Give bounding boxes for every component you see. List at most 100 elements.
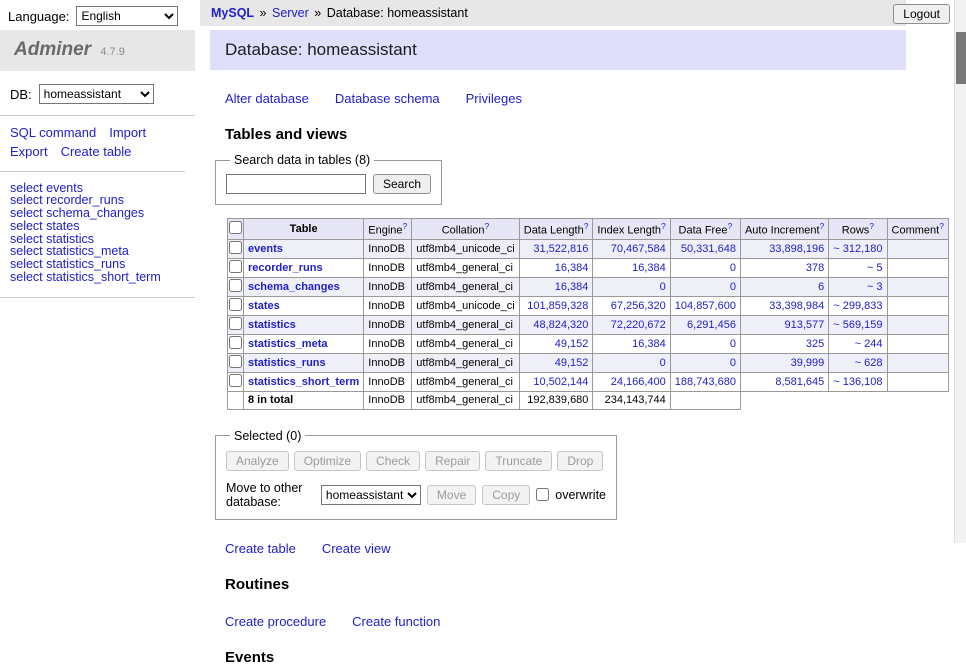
data-free-link[interactable]: 0 (730, 357, 736, 369)
rows-link[interactable]: ~ 136,108 (833, 376, 882, 388)
column-help-link[interactable]: ? (403, 221, 408, 231)
bulk-drop-button[interactable]: Drop (557, 451, 603, 471)
bulk-analyze-button[interactable]: Analyze (226, 451, 289, 471)
table-name-link[interactable]: statistics (248, 319, 296, 331)
nav-link-privileges[interactable]: Privileges (466, 91, 522, 106)
auto-increment-link[interactable]: 33,898,196 (769, 243, 824, 255)
routine-link-create-procedure[interactable]: Create procedure (225, 614, 326, 629)
auto-increment-link[interactable]: 913,577 (785, 319, 825, 331)
table-name-link[interactable]: events (248, 243, 283, 255)
row-checkbox[interactable] (229, 355, 242, 368)
data-free-link[interactable]: 0 (730, 262, 736, 274)
sidebar-link-create-table[interactable]: Create table (61, 143, 132, 162)
sidebar-link-sql-command[interactable]: SQL command (10, 124, 96, 143)
bulk-optimize-button[interactable]: Optimize (294, 451, 361, 471)
data-length-link[interactable]: 10,502,144 (533, 376, 588, 388)
copy-button[interactable]: Copy (482, 485, 530, 505)
index-length-link[interactable]: 16,384 (632, 338, 666, 350)
rows-link[interactable]: ~ 3 (867, 281, 883, 293)
rows-link[interactable]: ~ 628 (855, 357, 883, 369)
index-length-link[interactable]: 16,384 (632, 262, 666, 274)
table-name-link[interactable]: recorder_runs (248, 262, 323, 274)
row-checkbox[interactable] (229, 241, 242, 254)
move-db-select[interactable]: homeassistant (321, 485, 421, 505)
bulk-repair-button[interactable]: Repair (425, 451, 480, 471)
overwrite-checkbox[interactable] (536, 488, 549, 501)
row-checkbox[interactable] (229, 374, 242, 387)
nav-link-database-schema[interactable]: Database schema (335, 91, 440, 106)
auto-increment-link[interactable]: 6 (818, 281, 824, 293)
data-length-link[interactable]: 101,859,328 (527, 300, 588, 312)
index-length-link[interactable]: 0 (660, 281, 666, 293)
collation-cell: utf8mb4_general_ci (412, 258, 519, 277)
nav-link-alter-database[interactable]: Alter database (225, 91, 309, 106)
index-length-link[interactable]: 67,256,320 (611, 300, 666, 312)
index-length-link[interactable]: 70,467,584 (611, 243, 666, 255)
scrollbar-thumb[interactable] (956, 32, 966, 84)
language-select[interactable]: English (76, 6, 178, 26)
data-length-cell: 10,502,144 (519, 372, 593, 391)
table-name-link[interactable]: statistics_meta (248, 338, 328, 350)
table-name-link[interactable]: states (248, 300, 280, 312)
data-length-link[interactable]: 16,384 (555, 281, 589, 293)
table-name-link[interactable]: schema_changes (248, 281, 340, 293)
app-title: Adminer 4.7.9 (0, 30, 195, 71)
data-length-link[interactable]: 16,384 (555, 262, 589, 274)
column-help-link[interactable]: ? (584, 221, 589, 231)
routine-link-create-function[interactable]: Create function (352, 614, 440, 629)
data-free-link[interactable]: 6,291,456 (687, 319, 736, 331)
logout-button[interactable]: Logout (893, 4, 950, 24)
column-help-link[interactable]: ? (820, 221, 825, 231)
auto-increment-link[interactable]: 325 (806, 338, 824, 350)
table-name-link[interactable]: statistics_runs (248, 357, 326, 369)
row-checkbox[interactable] (229, 298, 242, 311)
data-length-link[interactable]: 49,152 (555, 338, 589, 350)
search-button[interactable]: Search (373, 174, 431, 194)
auto-increment-link[interactable]: 39,999 (791, 357, 825, 369)
data-free-link[interactable]: 188,743,680 (675, 376, 736, 388)
row-checkbox[interactable] (229, 279, 242, 292)
row-checkbox[interactable] (229, 260, 242, 273)
breadcrumb-server-link[interactable]: Server (272, 6, 309, 20)
auto-increment-link[interactable]: 33,398,984 (769, 300, 824, 312)
data-free-link[interactable]: 104,857,600 (675, 300, 736, 312)
data-length-link[interactable]: 48,824,320 (533, 319, 588, 331)
sidebar-link-import[interactable]: Import (109, 124, 146, 143)
sidebar-select-states[interactable]: select states (10, 220, 185, 233)
data-free-link[interactable]: 0 (730, 338, 736, 350)
search-input[interactable] (226, 174, 366, 194)
row-checkbox[interactable] (229, 336, 242, 349)
auto-increment-link[interactable]: 378 (806, 262, 824, 274)
index-length-link[interactable]: 0 (660, 357, 666, 369)
column-help-link[interactable]: ? (485, 221, 490, 231)
auto-increment-link[interactable]: 8,581,645 (775, 376, 824, 388)
rows-link[interactable]: ~ 569,159 (833, 319, 882, 331)
column-help-link[interactable]: ? (661, 221, 666, 231)
data-length-link[interactable]: 31,522,816 (533, 243, 588, 255)
column-help-link[interactable]: ? (727, 221, 732, 231)
row-checkbox[interactable] (229, 317, 242, 330)
sidebar-select-statistics_short_term[interactable]: select statistics_short_term (10, 271, 185, 284)
sidebar-link-export[interactable]: Export (10, 143, 48, 162)
data-length-link[interactable]: 49,152 (555, 357, 589, 369)
rows-link[interactable]: ~ 299,833 (833, 300, 882, 312)
data-free-link[interactable]: 0 (730, 281, 736, 293)
sidebar-action-links: SQL command Import Export Create table (0, 116, 185, 172)
move-button[interactable]: Move (427, 485, 476, 505)
db-select[interactable]: homeassistant (39, 84, 154, 104)
bulk-truncate-button[interactable]: Truncate (485, 451, 552, 471)
breadcrumb-mysql-link[interactable]: MySQL (211, 6, 254, 20)
bulk-check-button[interactable]: Check (366, 451, 420, 471)
data-free-link[interactable]: 50,331,648 (681, 243, 736, 255)
rows-link[interactable]: ~ 312,180 (833, 243, 882, 255)
table-name-link[interactable]: statistics_short_term (248, 376, 359, 388)
column-header-table: Table (244, 219, 364, 240)
rows-link[interactable]: ~ 5 (867, 262, 883, 274)
column-help-link[interactable]: ? (869, 221, 874, 231)
index-length-link[interactable]: 72,220,672 (611, 319, 666, 331)
select-all-checkbox[interactable] (229, 221, 242, 234)
vertical-scrollbar[interactable] (954, 0, 966, 543)
rows-link[interactable]: ~ 244 (855, 338, 883, 350)
column-help-link[interactable]: ? (939, 221, 944, 231)
index-length-link[interactable]: 24,166,400 (611, 376, 666, 388)
